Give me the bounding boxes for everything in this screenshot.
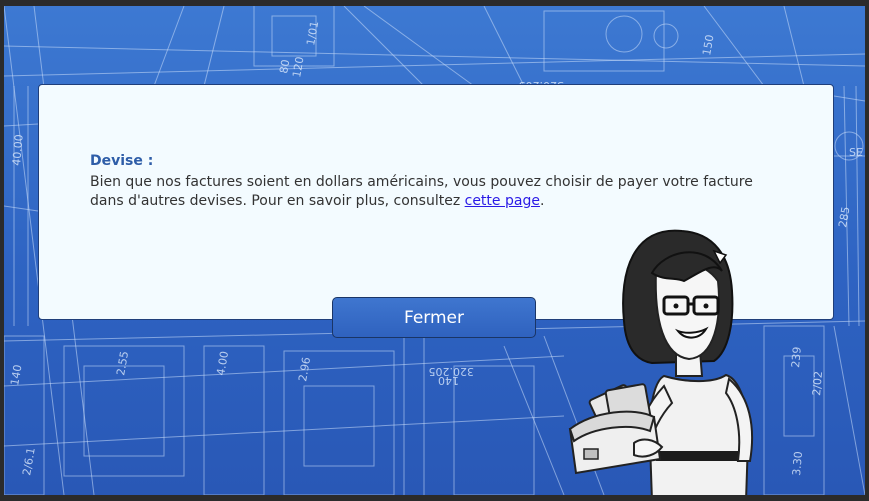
blueprint-label: 150	[700, 34, 716, 57]
woman-with-wallet-illustration	[568, 229, 754, 495]
blueprint-label: 2/6.1	[20, 446, 38, 476]
blueprint-label: 2/02	[810, 371, 825, 397]
dialog-text-body: Bien que nos factures soient en dollars …	[90, 174, 753, 209]
dialog-title: Devise :	[90, 153, 154, 169]
blueprint-label: 120	[290, 56, 306, 79]
blueprint-label: 2.96	[296, 356, 313, 382]
blueprint-label: 2.55	[114, 350, 131, 376]
blueprint-label: SE	[849, 146, 863, 159]
close-button[interactable]: Fermer	[332, 297, 536, 338]
blueprint-background: 1/01 80 120 320.205 150 40.00 285 SE 2/0…	[4, 6, 865, 495]
dialog-text: Bien que nos factures soient en dollars …	[90, 173, 790, 211]
blueprint-label: 4.00	[214, 350, 231, 376]
blueprint-label: 140	[438, 374, 459, 387]
blueprint-label: 1/01	[304, 20, 321, 47]
blueprint-label: 40.00	[10, 134, 26, 167]
dialog-text-end: .	[539, 193, 545, 209]
blueprint-label: 140	[8, 364, 24, 387]
info-page-link[interactable]: cette page	[465, 193, 540, 209]
blueprint-label: 285	[836, 206, 852, 229]
